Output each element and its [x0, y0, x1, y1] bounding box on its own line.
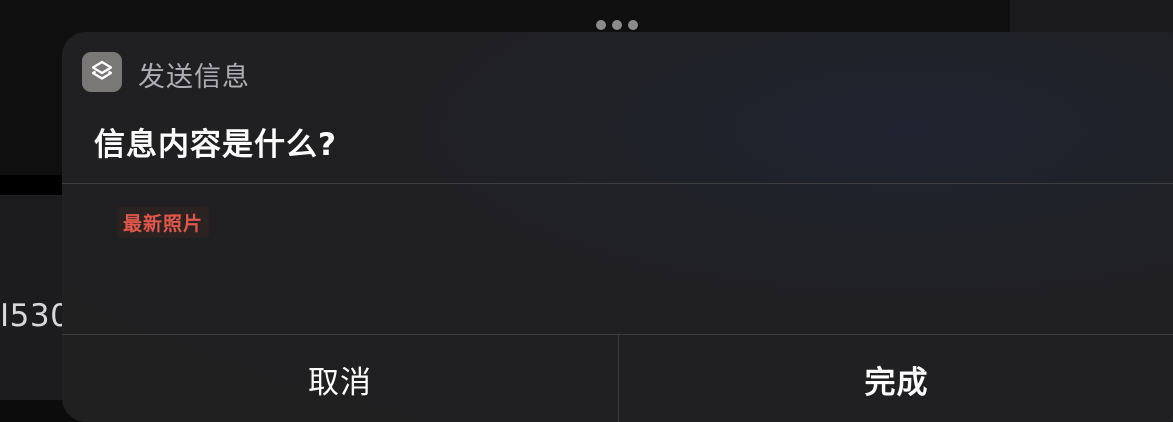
app-name: 发送信息 [138, 62, 250, 93]
dot [612, 20, 622, 30]
dot [628, 20, 638, 30]
background-text-fragment: I530 [0, 298, 71, 334]
shortcuts-icon [82, 52, 122, 92]
question-title: 信息内容是什么? [94, 127, 337, 163]
divider [62, 183, 1173, 184]
cancel-button[interactable]: 取消 [62, 335, 618, 422]
latest-photos-token[interactable]: 最新照片 [117, 207, 210, 238]
more-options-icon[interactable] [596, 20, 638, 30]
dot [596, 20, 606, 30]
send-message-sheet: 发送信息 信息内容是什么? 最新照片 取消 完成 [62, 32, 1173, 422]
done-button[interactable]: 完成 [619, 335, 1173, 422]
